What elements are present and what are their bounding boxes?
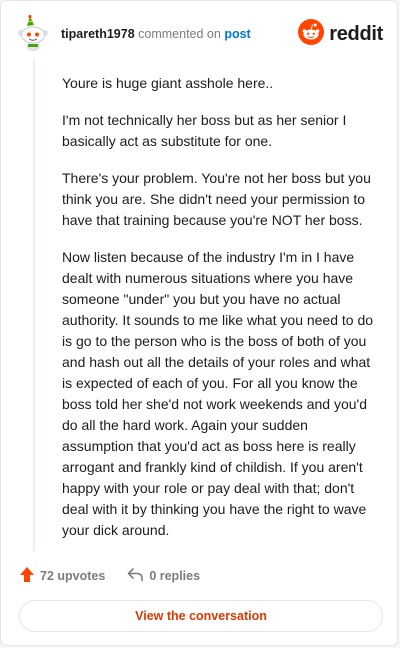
comment-paragraph: I'm not technically her boss but as her … — [62, 112, 347, 149]
reply-button[interactable]: 0 replies — [127, 567, 200, 585]
comment-paragraph: There's your problem. You're not her bos… — [62, 170, 371, 228]
username-link[interactable]: tipareth1978 — [61, 27, 135, 41]
reddit-brand[interactable]: reddit — [298, 19, 383, 50]
reply-arrow-icon — [127, 567, 149, 585]
comment-paragraph: Youre is huge giant asshole here.. — [62, 75, 274, 91]
upvote-count: 72 upvotes — [40, 569, 106, 583]
comment-header: tipareth1978 commented on post reddit — [15, 14, 387, 51]
reply-count: 0 replies — [149, 569, 201, 583]
thread-line[interactable] — [33, 59, 35, 551]
comment-paragraph: Now listen because of the industry I'm i… — [62, 249, 374, 538]
snoo-avatar-icon[interactable] — [17, 14, 49, 51]
reddit-logo-icon — [298, 19, 325, 50]
upvote-arrow-icon — [19, 566, 40, 586]
post-link[interactable]: post — [224, 27, 250, 41]
view-conversation-button[interactable]: View the conversation — [19, 600, 383, 632]
commented-on-text: commented on — [138, 27, 221, 41]
reddit-wordmark: reddit — [329, 23, 383, 45]
comment-body: Youre is huge giant asshole here.. I'm n… — [62, 73, 380, 557]
comment-footer: 72 upvotes 0 replies — [19, 566, 379, 586]
upvote-button[interactable]: 72 upvotes — [19, 566, 105, 586]
comment-card: tipareth1978 commented on post reddit Yo… — [0, 0, 398, 646]
comment-byline: tipareth1978 commented on post — [61, 27, 251, 41]
